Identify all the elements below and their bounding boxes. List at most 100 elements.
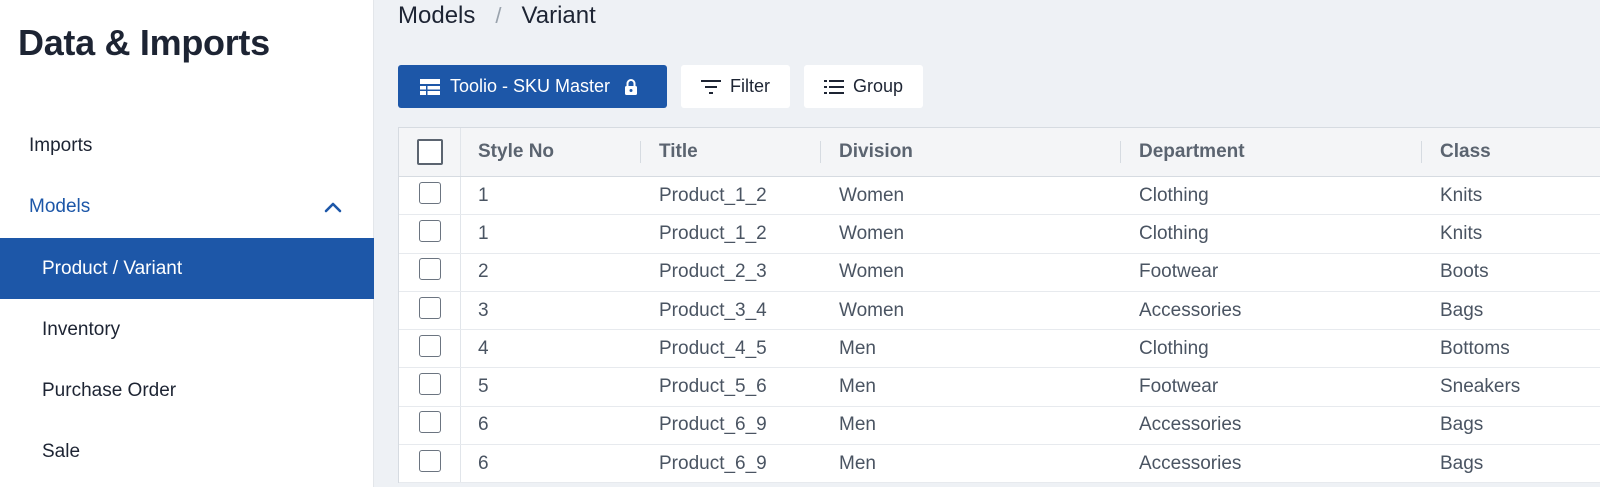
cell-class: Sneakers <box>1440 376 1521 398</box>
sidebar-item-inventory[interactable]: Inventory <box>0 299 374 360</box>
sidebar-item-imports[interactable]: Imports <box>0 115 374 176</box>
row-checkbox[interactable] <box>418 411 441 434</box>
row-checkbox[interactable] <box>418 258 441 281</box>
cell-division: Men <box>839 414 876 436</box>
row-checkbox[interactable] <box>418 219 441 242</box>
cell-division: Women <box>839 184 905 206</box>
breadcrumb-parent[interactable]: Models <box>398 2 475 30</box>
select-all-checkbox[interactable] <box>416 139 443 165</box>
cell-division: Men <box>839 452 876 474</box>
cell-department: Clothing <box>1139 337 1209 359</box>
sidebar-item-sale[interactable]: Sale <box>0 421 374 482</box>
row-checkbox[interactable] <box>418 181 441 204</box>
row-select-cell <box>399 215 461 253</box>
sidebar-item-label: Product / Variant <box>42 257 183 279</box>
row-select-cell <box>399 330 461 368</box>
table-row[interactable]: 2 Product_2_3 Women Footwear Boots <box>399 253 1600 292</box>
column-header-title[interactable]: Title <box>641 128 821 176</box>
sidebar-item-models[interactable]: Models <box>0 176 374 237</box>
row-select-cell <box>399 406 461 445</box>
chevron-up-icon[interactable] <box>324 198 342 216</box>
sidebar-item-label: Inventory <box>42 318 121 340</box>
sidebar-item-label: Models <box>29 195 91 217</box>
table-row[interactable]: 3 Product_3_4 Women Accessories Bags <box>399 291 1600 331</box>
sidebar: Data & Imports Imports Models Product / … <box>0 0 374 487</box>
cell-title: Product_1_2 <box>659 222 767 244</box>
table-row[interactable]: 4 Product_4_5 Men Clothing Bottoms <box>399 330 1600 369</box>
row-select-cell <box>399 253 461 291</box>
table-row[interactable]: 6 Product_6_9 Men Accessories Bags <box>399 406 1600 446</box>
table-header: Style No Title Division Department Class <box>399 128 1600 177</box>
cell-title: Product_3_4 <box>659 299 767 321</box>
row-checkbox[interactable] <box>418 334 441 357</box>
data-table: Style No Title Division Department Class… <box>398 127 1600 484</box>
sidebar-item-label: Purchase Order <box>42 379 177 401</box>
column-header-department[interactable]: Department <box>1121 128 1422 176</box>
cell-department: Clothing <box>1139 222 1209 244</box>
cell-department: Accessories <box>1139 299 1242 321</box>
row-select-cell <box>399 368 461 406</box>
cell-style-no: 6 <box>478 414 489 436</box>
cell-style-no: 6 <box>478 452 489 474</box>
cell-division: Women <box>839 222 905 244</box>
column-header-division[interactable]: Division <box>821 128 1121 176</box>
sidebar-item-label: Imports <box>29 134 93 156</box>
column-header-class[interactable]: Class <box>1422 128 1600 176</box>
cell-style-no: 3 <box>478 299 489 321</box>
group-button[interactable]: Group <box>804 65 924 108</box>
cell-class: Bottoms <box>1440 337 1510 359</box>
lock-icon <box>625 78 638 95</box>
filter-icon <box>701 79 721 94</box>
cell-title: Product_1_2 <box>659 184 767 206</box>
sidebar-item-label: Sale <box>42 440 81 462</box>
view-selector-label: Toolio - SKU Master <box>450 76 611 96</box>
toolbar: Toolio - SKU Master Filter Group <box>398 65 924 108</box>
cell-title: Product_5_6 <box>659 376 767 398</box>
cell-style-no: 1 <box>478 184 489 206</box>
cell-class: Bags <box>1440 452 1484 474</box>
cell-department: Footwear <box>1139 261 1219 283</box>
table-row[interactable]: 1 Product_1_2 Women Clothing Knits <box>399 215 1600 254</box>
cell-department: Accessories <box>1139 452 1242 474</box>
row-select-cell <box>399 177 461 215</box>
cell-style-no: 2 <box>478 261 489 283</box>
list-icon <box>824 79 844 94</box>
filter-label: Filter <box>730 76 770 96</box>
cell-class: Bags <box>1440 299 1484 321</box>
table-row[interactable]: 1 Product_1_2 Women Clothing Knits <box>399 177 1600 216</box>
cell-title: Product_6_9 <box>659 452 767 474</box>
row-checkbox[interactable] <box>418 449 441 472</box>
cell-department: Clothing <box>1139 184 1209 206</box>
column-header-style-no[interactable]: Style No <box>461 128 641 176</box>
sidebar-item-purchase-order[interactable]: Purchase Order <box>0 360 374 421</box>
main-content: Models / Variant Toolio - SKU Master Fil… <box>374 0 1600 487</box>
row-select-cell <box>399 445 461 483</box>
cell-division: Men <box>839 337 876 359</box>
select-all-cell <box>399 128 461 176</box>
cell-division: Women <box>839 261 905 283</box>
cell-class: Bags <box>1440 414 1484 436</box>
cell-title: Product_4_5 <box>659 337 767 359</box>
row-checkbox[interactable] <box>418 373 441 396</box>
cell-class: Knits <box>1440 222 1483 244</box>
cell-title: Product_2_3 <box>659 261 767 283</box>
cell-style-no: 5 <box>478 376 489 398</box>
cell-department: Footwear <box>1139 376 1219 398</box>
group-label: Group <box>853 76 904 96</box>
filter-button[interactable]: Filter <box>681 65 790 108</box>
app-title: Data & Imports <box>18 22 270 63</box>
cell-division: Men <box>839 376 876 398</box>
table-row[interactable]: 6 Product_6_9 Men Accessories Bags <box>399 445 1600 484</box>
view-selector-button[interactable]: Toolio - SKU Master <box>398 65 667 108</box>
cell-style-no: 1 <box>478 222 489 244</box>
cell-style-no: 4 <box>478 337 489 359</box>
table-icon <box>420 78 440 95</box>
row-checkbox[interactable] <box>418 296 441 319</box>
breadcrumb: Models / Variant <box>398 2 596 30</box>
cell-department: Accessories <box>1139 414 1242 436</box>
table-row[interactable]: 5 Product_5_6 Men Footwear Sneakers <box>399 368 1600 407</box>
breadcrumb-current: Variant <box>521 2 596 29</box>
breadcrumb-separator: / <box>495 3 502 28</box>
sidebar-item-product-variant[interactable]: Product / Variant <box>0 238 374 299</box>
cell-class: Knits <box>1440 184 1483 206</box>
